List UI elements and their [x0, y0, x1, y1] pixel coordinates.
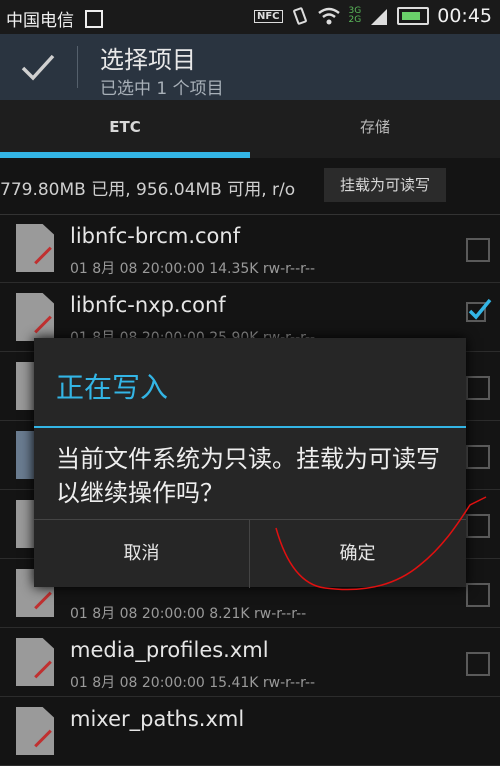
file-name: libnfc-nxp.conf [70, 293, 226, 317]
cancel-button[interactable]: 取消 [34, 520, 250, 588]
file-name: libnfc-brcm.conf [70, 224, 241, 248]
vibrate-icon [292, 7, 307, 25]
checkbox-checked-icon[interactable] [466, 297, 492, 323]
selection-count: 已选中 1 个项目 [100, 79, 224, 99]
mount-rw-button[interactable]: 挂载为可读写 [324, 168, 446, 202]
checkbox[interactable] [466, 583, 490, 607]
gallery-icon [85, 10, 104, 28]
dialog-button-bar: 取消 确定 [34, 519, 466, 588]
file-icon [16, 224, 54, 272]
list-item[interactable]: libnfc-brcm.conf 01 8月 08 20:00:00 14.35… [0, 214, 500, 283]
file-meta: 01 8月 08 20:00:00 14.35K rw-r--r-- [70, 261, 316, 277]
battery-icon [397, 7, 430, 25]
dialog-divider [34, 426, 466, 428]
checkbox[interactable] [466, 445, 490, 469]
file-meta: 01 8月 08 20:00:00 8.21K rw-r--r-- [70, 606, 307, 622]
confirm-button[interactable]: 确定 [250, 520, 465, 588]
action-bar-divider [77, 46, 78, 88]
carrier-label: 中国电信 [6, 11, 74, 31]
checkbox[interactable] [466, 652, 490, 676]
tab-bar: ETC 存储 [0, 100, 500, 158]
list-item[interactable]: mixer_paths.xml [0, 697, 500, 766]
file-name: media_profiles.xml [70, 638, 269, 662]
dialog-message: 当前文件系统为只读。挂载为可读写以继续操作吗？ [56, 445, 440, 507]
checkbox[interactable] [466, 514, 490, 538]
dialog-title: 正在写入 [56, 371, 169, 404]
checkbox[interactable] [466, 376, 490, 400]
file-icon [16, 293, 54, 341]
tab-storage[interactable]: 存储 [250, 100, 500, 154]
network-type-icon: 3G 2G [348, 6, 362, 25]
wifi-icon [317, 7, 340, 25]
write-confirm-dialog: 正在写入 当前文件系统为只读。挂载为可读写以继续操作吗？ 取消 确定 [34, 338, 466, 588]
nfc-icon: NFC [253, 9, 283, 23]
file-meta: 01 8月 08 20:00:00 15.41K rw-r--r-- [70, 675, 316, 691]
done-check-icon[interactable] [18, 50, 58, 86]
list-item[interactable]: media_profiles.xml 01 8月 08 20:00:00 15.… [0, 628, 500, 697]
clock: 00:45 [437, 5, 492, 27]
file-icon [16, 638, 54, 686]
page-title: 选择项目 [100, 46, 196, 74]
status-bar: 中国电信 NFC 3G 2G 00:45 [0, 0, 500, 34]
file-icon [16, 707, 54, 755]
storage-usage-text: 779.80MB 已用, 956.04MB 可用, r/o [0, 180, 296, 200]
action-bar: 选择项目 已选中 1 个项目 [0, 34, 500, 100]
checkbox[interactable] [466, 238, 490, 262]
tab-etc[interactable]: ETC [0, 100, 250, 154]
signal-icon [371, 9, 388, 25]
